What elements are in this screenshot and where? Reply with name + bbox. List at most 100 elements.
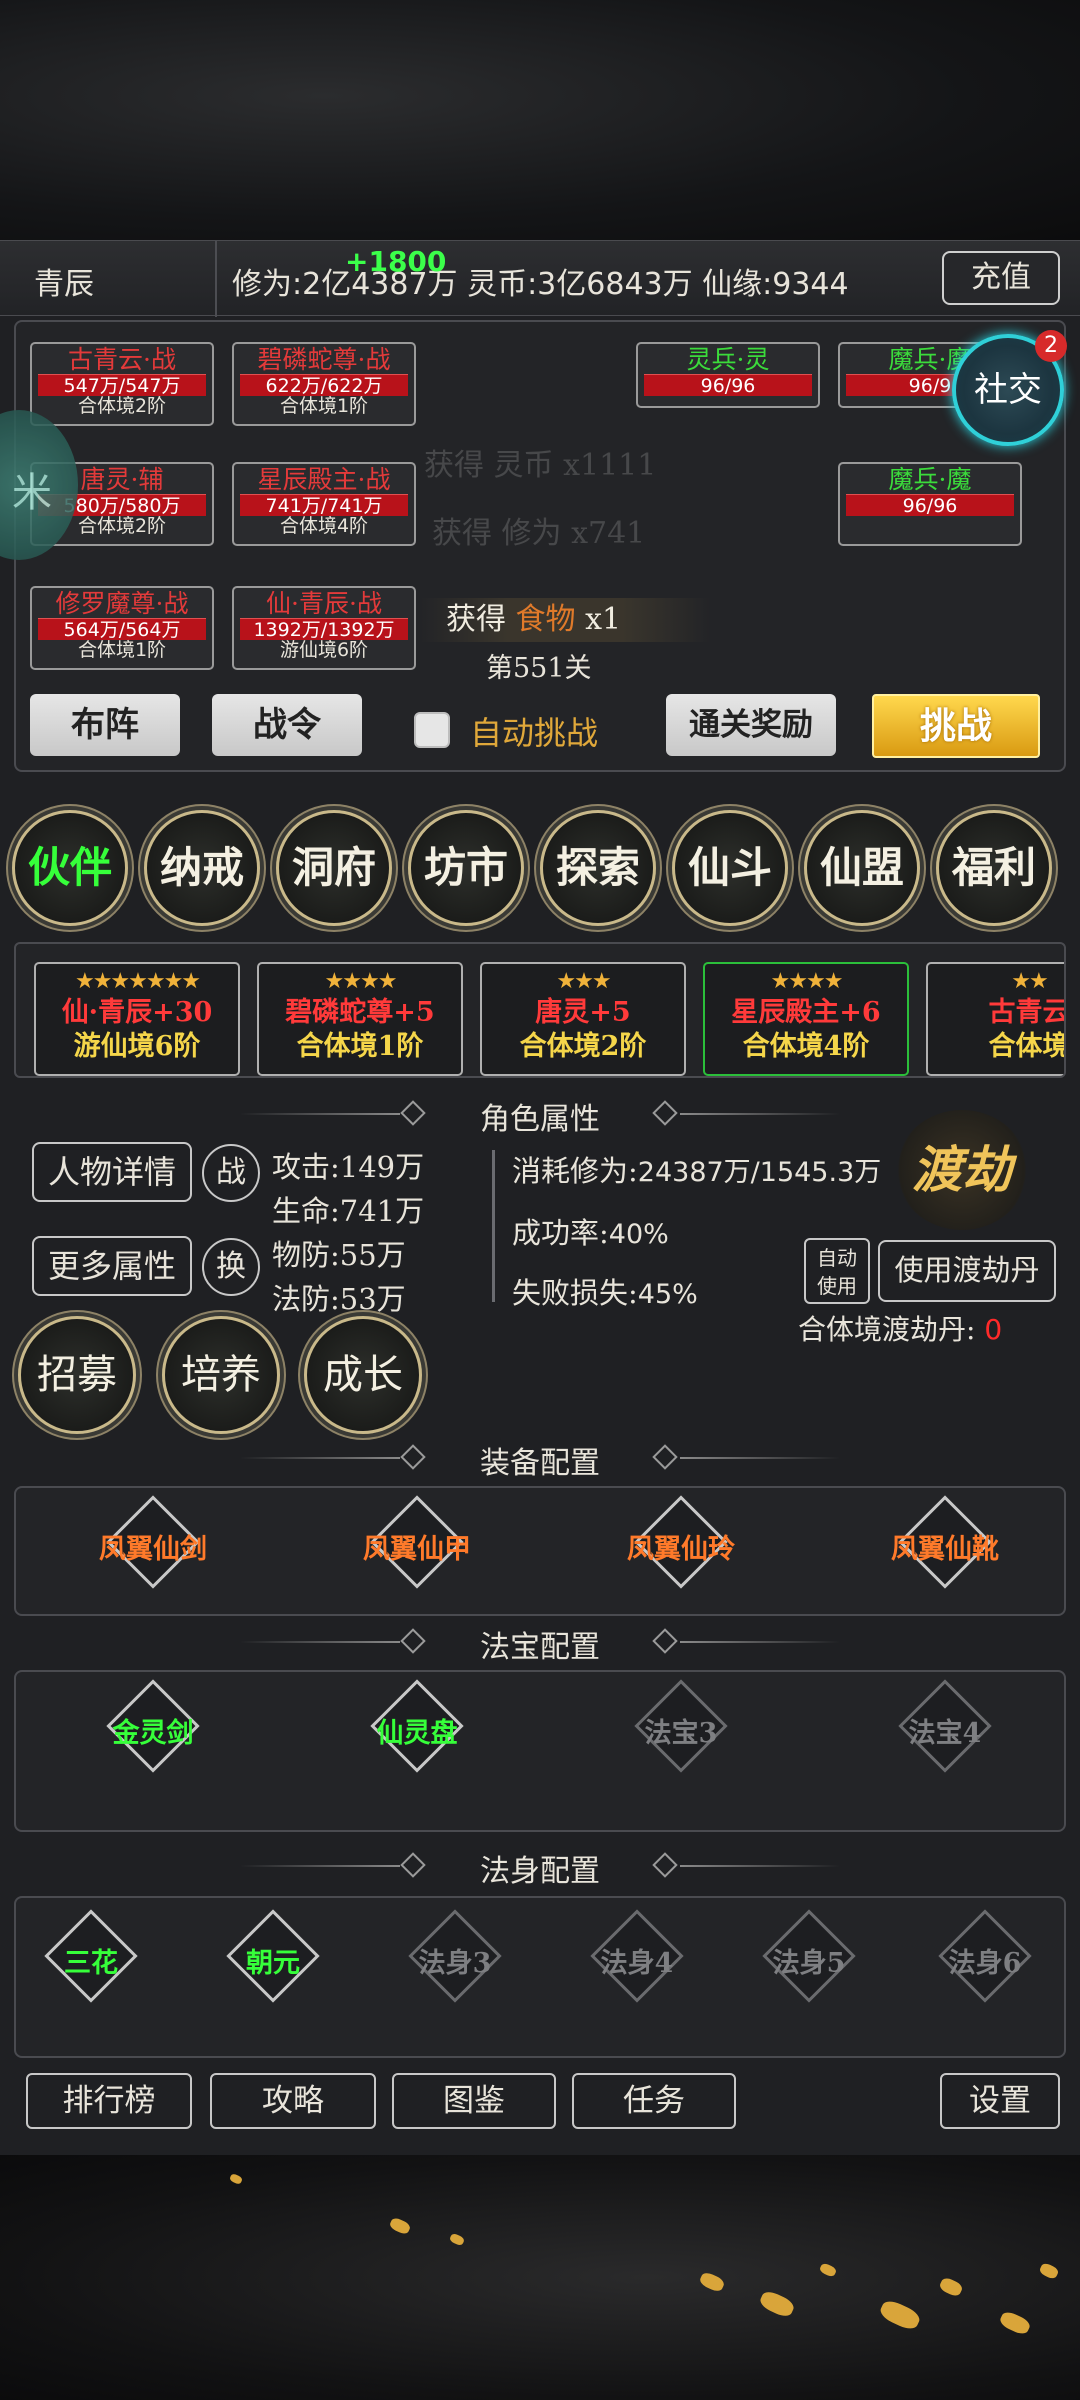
enemy-unit-card[interactable]: 灵兵·灵 96/96 <box>636 342 820 408</box>
partner-card[interactable]: ★★ 古青云 合体境 <box>926 962 1066 1076</box>
body-slot[interactable]: 法身4 <box>562 1909 712 2016</box>
title-ornament-line <box>680 1113 840 1115</box>
partner-realm: 合体境2阶 <box>519 1031 647 1062</box>
treasure-name: 法宝4 <box>908 1718 982 1749</box>
notification-badge: 2 <box>1035 330 1067 362</box>
ally-unit-card[interactable]: 修罗魔尊·战 564万/564万 合体境1阶 <box>30 586 214 670</box>
treasure-slot[interactable]: 金灵剑 <box>78 1679 228 1786</box>
body-slot[interactable]: 法身5 <box>734 1909 884 2016</box>
treasure-slot[interactable]: 法宝3 <box>606 1679 756 1786</box>
treasure-name: 仙灵盘 <box>376 1718 458 1749</box>
func-cave-button[interactable]: 洞府 <box>276 810 392 926</box>
star-rating: ★★★ <box>556 969 611 994</box>
func-explore-button[interactable]: 探索 <box>540 810 656 926</box>
codex-button[interactable]: 图鉴 <box>392 2073 556 2129</box>
treasure-slot[interactable]: 仙灵盘 <box>342 1679 492 1786</box>
attack-stat: 攻击:149万 <box>272 1150 425 1184</box>
pill-count-value: 0 <box>984 1313 1003 1346</box>
auto-use-toggle[interactable]: 自动 使用 <box>804 1238 870 1304</box>
func-alliance-button[interactable]: 仙盟 <box>804 810 920 926</box>
partner-strip[interactable]: ★★★★★★★ 仙·青辰+30 游仙境6阶 ★★★★ 碧磷蛇尊+5 合体境1阶 … <box>14 942 1066 1078</box>
cost-label: 消耗修为: <box>512 1154 638 1188</box>
auto-use-line1: 自动 <box>817 1246 857 1270</box>
settings-button[interactable]: 设置 <box>940 2073 1060 2129</box>
auto-challenge-checkbox[interactable] <box>414 712 450 748</box>
floating-gain-number: +1800 <box>345 245 447 278</box>
unit-name: 星辰殿主·战 <box>257 465 391 494</box>
auto-challenge-label: 自动挑战 <box>470 714 599 752</box>
body-name: 朝元 <box>246 1948 300 1979</box>
star-rating: ★★★★ <box>770 969 844 994</box>
body-slot[interactable]: 法身6 <box>910 1909 1060 2016</box>
unit-hp-bar: 741万/741万 <box>240 494 408 517</box>
func-ring-button[interactable]: 纳戒 <box>144 810 260 926</box>
magic-defense-stat: 法防:53万 <box>272 1282 406 1316</box>
guide-button[interactable]: 攻略 <box>210 2073 376 2129</box>
challenge-button[interactable]: 挑战 <box>872 694 1040 758</box>
recruit-button[interactable]: 招募 <box>18 1316 136 1434</box>
gain-count: x1 <box>585 602 622 637</box>
ally-unit-card[interactable]: 仙·青辰·战 1392万/1392万 游仙境6阶 <box>232 586 416 670</box>
equipment-slot[interactable]: 凤翼仙玲 <box>606 1495 756 1602</box>
battle-tag-button[interactable]: 战 <box>202 1144 260 1202</box>
equipment-slot[interactable]: 凤翼仙靴 <box>870 1495 1020 1602</box>
treasure-name: 金灵剑 <box>112 1718 194 1749</box>
use-pill-button[interactable]: 使用渡劫丹 <box>878 1240 1056 1302</box>
tasks-button[interactable]: 任务 <box>572 2073 736 2129</box>
tribulation-button[interactable]: 渡劫 <box>896 1110 1028 1230</box>
swap-button[interactable]: 换 <box>202 1238 260 1296</box>
title-ornament-line <box>680 1457 840 1459</box>
ranking-button[interactable]: 排行榜 <box>26 2073 192 2129</box>
life-stat: 生命:741万 <box>272 1194 425 1228</box>
train-button[interactable]: 培养 <box>162 1316 280 1434</box>
unit-realm: 合体境4阶 <box>279 515 369 537</box>
func-welfare-button[interactable]: 福利 <box>936 810 1052 926</box>
partner-card[interactable]: ★★★★★★★ 仙·青辰+30 游仙境6阶 <box>34 962 240 1076</box>
reward-gain-banner: 获得 食物 x1 <box>420 598 710 642</box>
body-name: 法身5 <box>772 1948 846 1979</box>
partner-card[interactable]: ★★★ 唐灵+5 合体境2阶 <box>480 962 686 1076</box>
ally-unit-card[interactable]: 古青云·战 547万/547万 合体境2阶 <box>30 342 214 426</box>
unit-hp-bar: 564万/564万 <box>38 618 206 641</box>
func-partner-button[interactable]: 伙伴 <box>12 810 128 926</box>
fail-label: 失败损失: <box>512 1276 638 1310</box>
unit-hp-bar: 622万/622万 <box>240 374 408 397</box>
grow-button[interactable]: 成长 <box>304 1316 422 1434</box>
partner-realm: 合体境 <box>988 1031 1066 1062</box>
equipment-name: 凤翼仙靴 <box>891 1534 999 1565</box>
unit-name: 古青云·战 <box>68 345 176 374</box>
star-rating: ★★★★★★★ <box>74 969 201 994</box>
partner-realm: 合体境1阶 <box>296 1031 424 1062</box>
func-duel-button[interactable]: 仙斗 <box>672 810 788 926</box>
title-ornament-line <box>680 1641 840 1643</box>
ally-unit-card[interactable]: 星辰殿主·战 741万/741万 合体境4阶 <box>232 462 416 546</box>
character-detail-button[interactable]: 人物详情 <box>32 1142 192 1202</box>
battle-log-faded: 获得 灵币 x1111 <box>424 448 657 483</box>
body-slot[interactable]: 法身3 <box>380 1909 530 2016</box>
ally-unit-card[interactable]: 碧磷蛇尊·战 622万/622万 合体境1阶 <box>232 342 416 426</box>
partner-realm: 游仙境6阶 <box>73 1031 201 1062</box>
func-market-button[interactable]: 坊市 <box>408 810 524 926</box>
treasure-slot[interactable]: 法宝4 <box>870 1679 1020 1786</box>
partner-card-selected[interactable]: ★★★★ 星辰殿主+6 合体境4阶 <box>703 962 909 1076</box>
player-name: 青辰 <box>34 267 94 302</box>
unit-hp-bar: 547万/547万 <box>38 374 206 397</box>
more-attributes-button[interactable]: 更多属性 <box>32 1236 192 1296</box>
enemy-unit-card[interactable]: 魔兵·魔 96/96 <box>838 462 1022 546</box>
unit-realm: 合体境1阶 <box>77 639 167 661</box>
unit-realm: 游仙境6阶 <box>279 639 369 661</box>
formation-button[interactable]: 布阵 <box>30 694 180 756</box>
body-slot[interactable]: 三花 <box>16 1909 166 2016</box>
fail-loss-stat: 失败损失:45% <box>512 1270 698 1312</box>
unit-hp-bar: 96/96 <box>644 374 812 397</box>
equipment-slot[interactable]: 凤翼仙甲 <box>342 1495 492 1602</box>
partner-card[interactable]: ★★★★ 碧磷蛇尊+5 合体境1阶 <box>257 962 463 1076</box>
equipment-slot[interactable]: 凤翼仙剑 <box>78 1495 228 1602</box>
battle-log-faded: 获得 修为 x741 <box>432 516 646 551</box>
body-slot[interactable]: 朝元 <box>198 1909 348 2016</box>
battle-pass-button[interactable]: 战令 <box>212 694 362 756</box>
equipment-name: 凤翼仙甲 <box>363 1534 471 1565</box>
clear-reward-button[interactable]: 通关奖励 <box>666 694 836 756</box>
recharge-button[interactable]: 充值 <box>942 251 1060 305</box>
equipment-name: 凤翼仙剑 <box>99 1534 207 1565</box>
